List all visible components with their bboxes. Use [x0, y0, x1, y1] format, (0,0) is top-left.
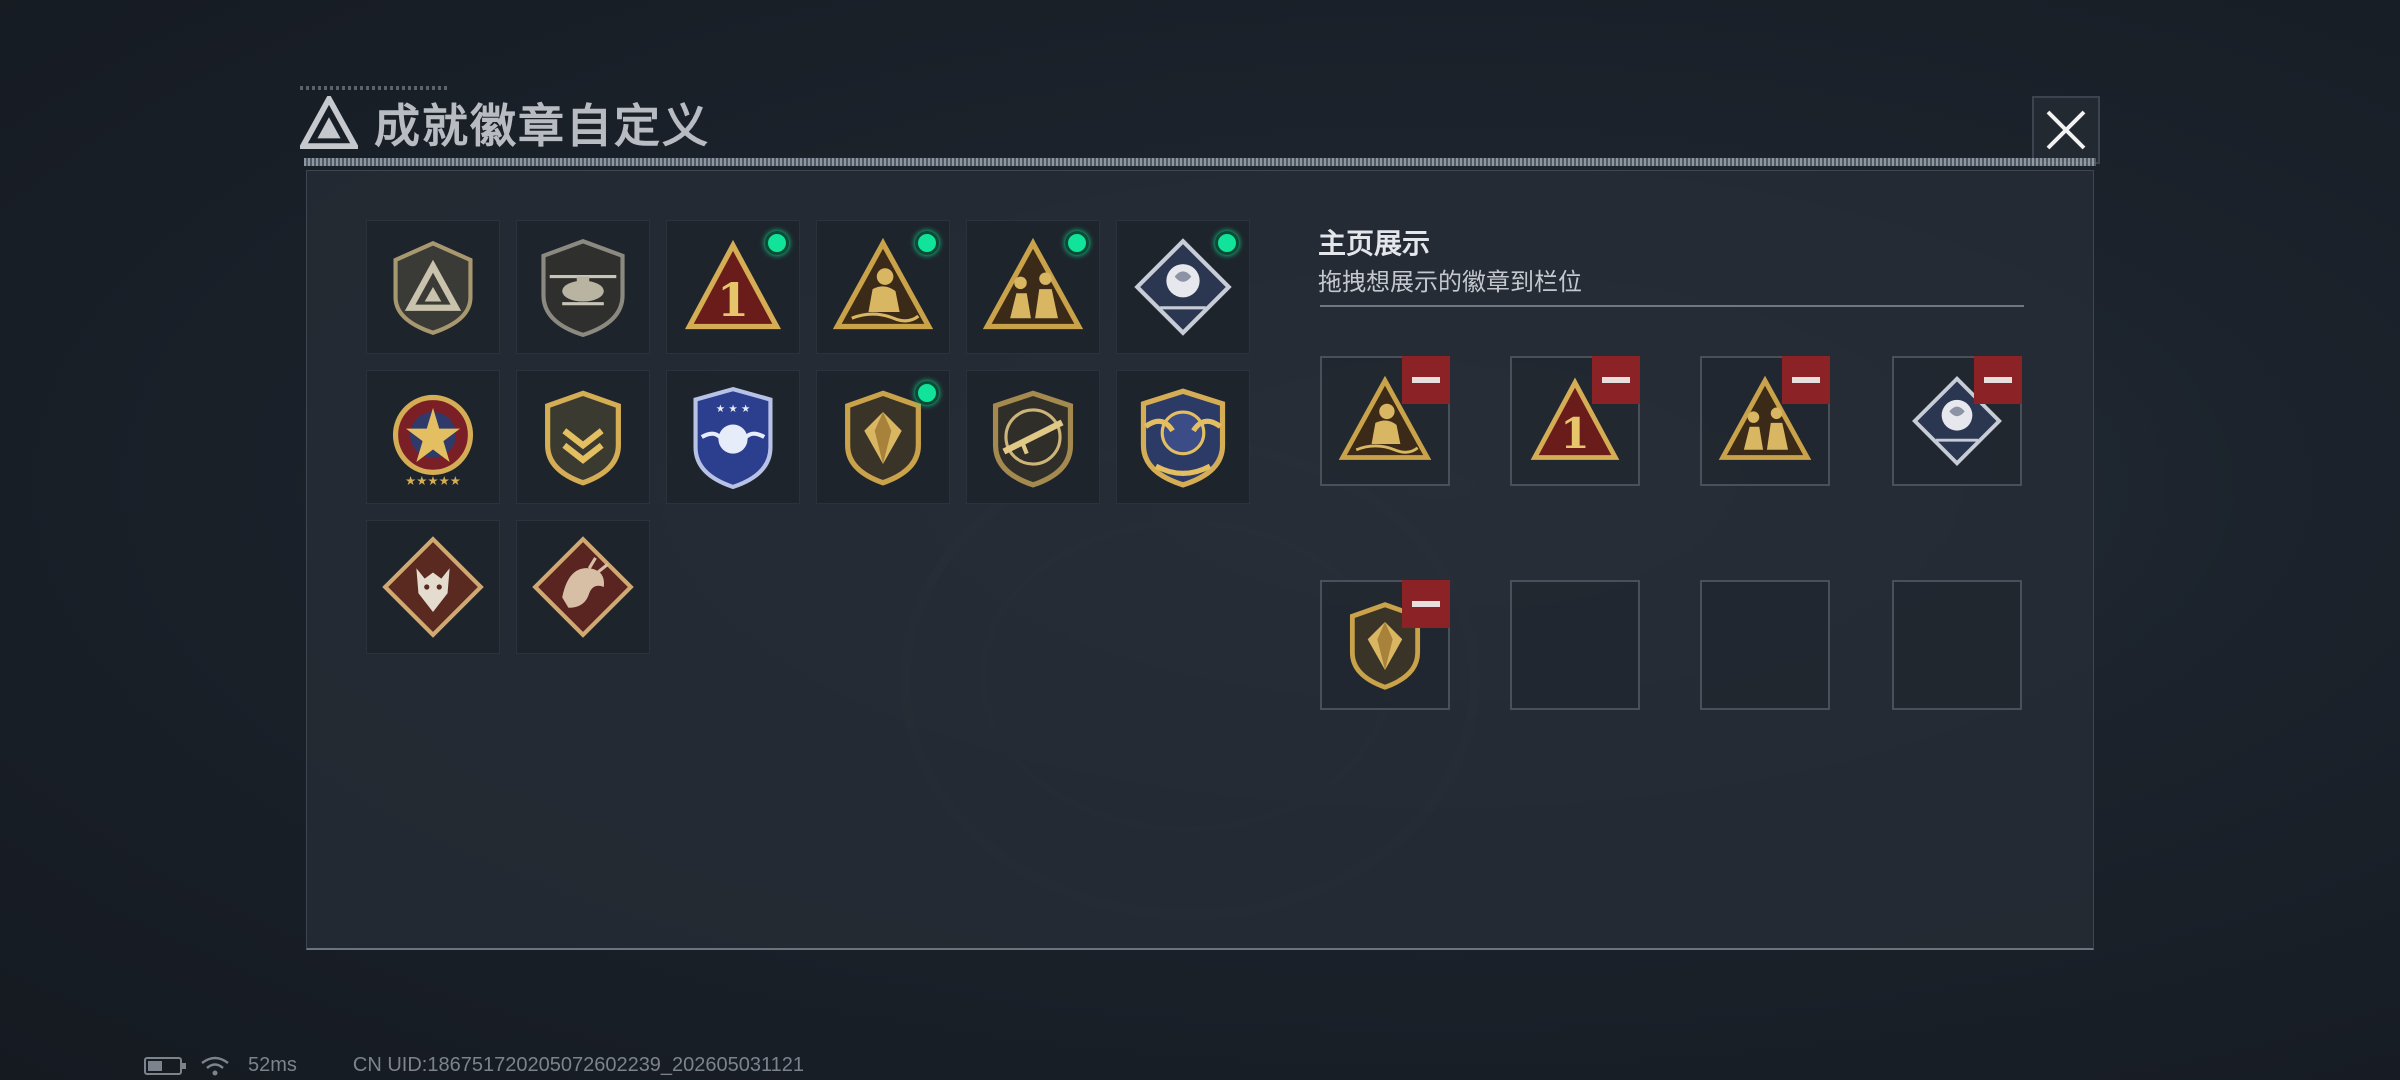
dragon-badge-icon — [532, 536, 634, 638]
badge-cell-star-medal[interactable]: ★★★★★ — [366, 370, 500, 504]
showcase-title: 主页展示 — [1318, 227, 1431, 260]
remove-badge-button[interactable] — [1974, 356, 2022, 404]
badge-cell-squad[interactable] — [966, 220, 1100, 354]
badge-cell-chevron-shield[interactable] — [516, 370, 650, 504]
badge-cell-winged-globe[interactable] — [1116, 370, 1250, 504]
showcase-slot-8-empty[interactable] — [1892, 580, 2022, 710]
battery-icon — [144, 1056, 186, 1075]
showcase-slot-1[interactable] — [1320, 356, 1450, 486]
showcase-slot-7-empty[interactable] — [1700, 580, 1830, 710]
badge-cell-blue-wings[interactable]: ★ ★ ★ — [666, 370, 800, 504]
showcase-slot-6-empty[interactable] — [1510, 580, 1640, 710]
badge-cell-crouching-soldier[interactable] — [816, 220, 950, 354]
showcase-slot-3[interactable] — [1700, 356, 1830, 486]
selected-indicator — [765, 231, 789, 255]
badge-cell-rifle[interactable] — [966, 370, 1100, 504]
badge-cell-helicopter[interactable] — [516, 220, 650, 354]
badge-cell-triangle-logo[interactable] — [366, 220, 500, 354]
helicopter-badge-icon — [541, 239, 625, 338]
badge-cell-dragon[interactable] — [516, 520, 650, 654]
minus-icon — [1602, 377, 1630, 383]
close-button[interactable] — [2032, 96, 2100, 164]
rifle-badge-icon — [992, 390, 1074, 488]
wolf-badge-icon — [382, 536, 484, 638]
svg-text:1: 1 — [717, 273, 749, 327]
minus-icon — [1984, 377, 2012, 383]
selected-indicator — [1065, 231, 1089, 255]
minus-icon — [1792, 377, 1820, 383]
badge-cell-number-one[interactable]: 1 — [666, 220, 800, 354]
showcase-slot-2[interactable]: 1 — [1510, 356, 1640, 486]
chevron-shield-badge-icon — [545, 390, 621, 486]
triangle-logo-icon — [300, 96, 358, 150]
svg-text:★★★★★: ★★★★★ — [405, 473, 461, 488]
blue-wings-badge-icon: ★ ★ ★ — [693, 387, 773, 489]
selected-indicator — [1215, 231, 1239, 255]
showcase-slot-4[interactable] — [1892, 356, 2022, 486]
remove-badge-button[interactable] — [1592, 356, 1640, 404]
panel-top-stripe — [304, 158, 2096, 166]
remove-badge-button[interactable] — [1782, 356, 1830, 404]
showcase-slot-5[interactable] — [1320, 580, 1450, 710]
window-header: 成就徽章自定义 — [300, 88, 710, 158]
selected-indicator — [915, 231, 939, 255]
page-title: 成就徽章自定义 — [374, 99, 710, 153]
svg-text:1: 1 — [1560, 408, 1589, 458]
status-bar: 52ms CN UID:18675172020507260223​9_20260… — [144, 1054, 804, 1077]
uid-text: CN UID:18675172020507260223​9_2026050311… — [352, 1054, 805, 1076]
showcase-subtitle: 拖拽想展示的徽章到栏位 — [1318, 268, 1582, 296]
ping-text: 52ms — [248, 1054, 297, 1076]
remove-badge-button[interactable] — [1402, 356, 1450, 404]
close-icon — [2046, 110, 2086, 150]
minus-icon — [1412, 601, 1440, 607]
showcase-divider — [1320, 305, 2024, 307]
wifi-icon — [201, 1056, 229, 1075]
triangle-logo-badge-icon — [393, 241, 473, 335]
star-medal-badge-icon: ★★★★★ — [392, 394, 474, 488]
winged-globe-badge-icon — [1140, 388, 1226, 488]
minus-icon — [1412, 377, 1440, 383]
svg-text:★ ★ ★: ★ ★ ★ — [716, 403, 751, 415]
badge-cell-wolf[interactable] — [366, 520, 500, 654]
badge-cell-rose[interactable] — [1116, 220, 1250, 354]
selected-indicator — [915, 381, 939, 405]
remove-badge-button[interactable] — [1402, 580, 1450, 628]
badge-cell-gem-shield[interactable] — [816, 370, 950, 504]
